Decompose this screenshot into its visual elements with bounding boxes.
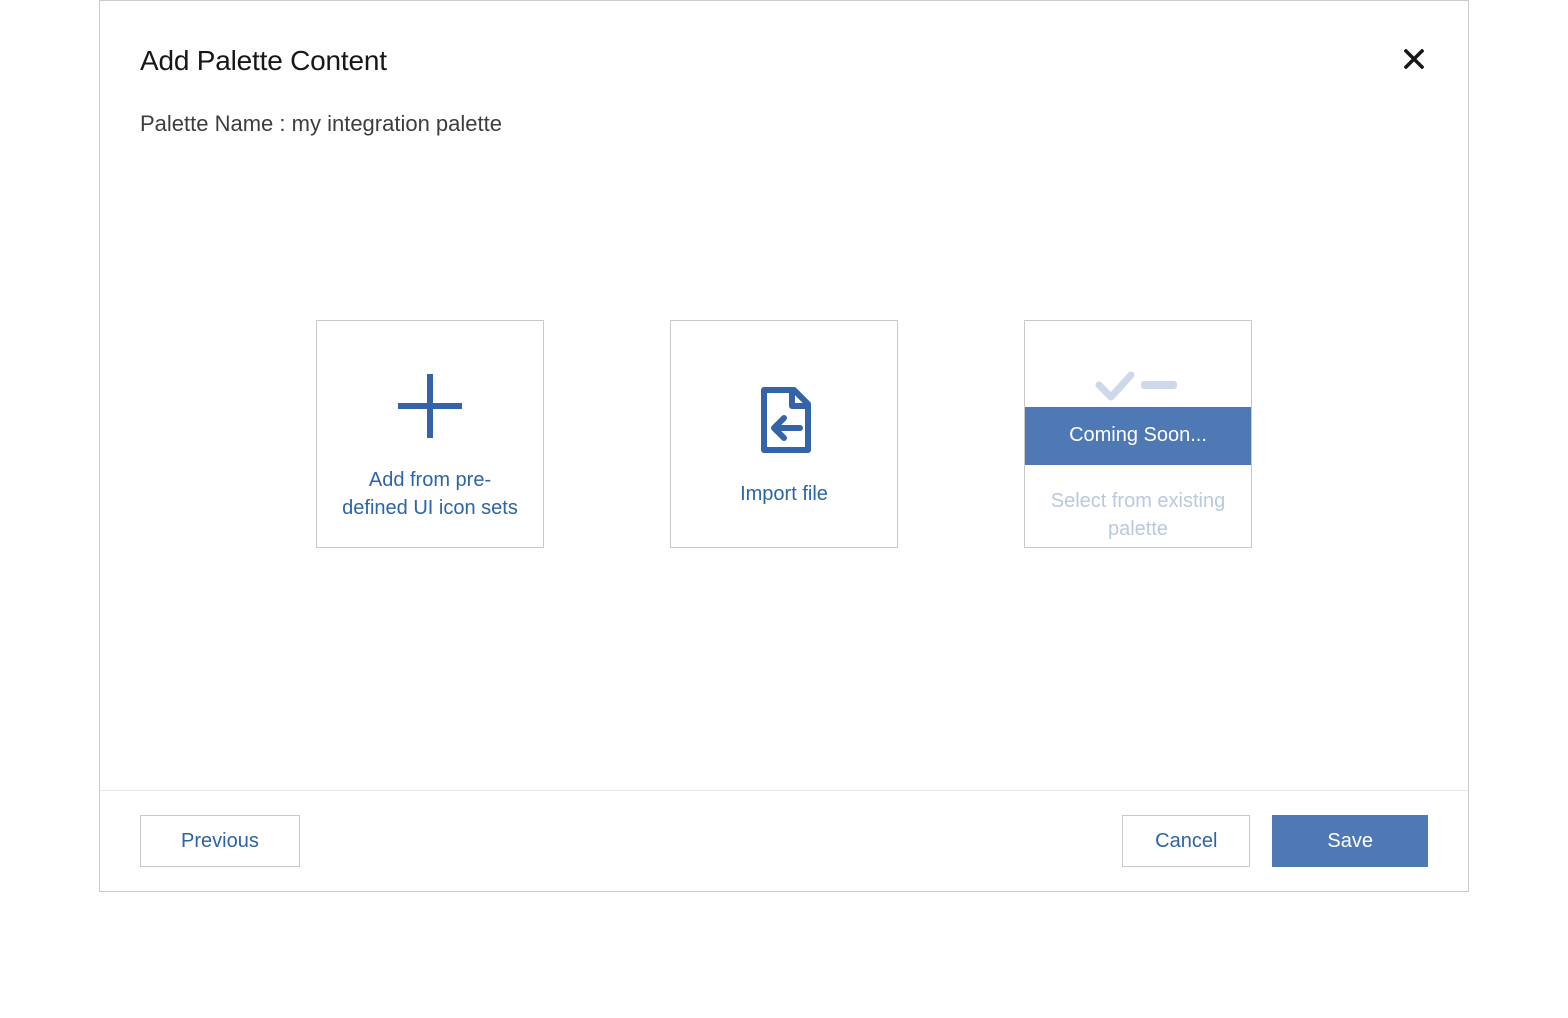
options-container: Add from pre-defined UI icon sets Import… bbox=[100, 137, 1468, 790]
option-label-import: Import file bbox=[720, 480, 848, 508]
dialog-header: Add Palette Content bbox=[100, 1, 1468, 87]
option-card-predefined[interactable]: Add from pre-defined UI icon sets bbox=[316, 320, 544, 548]
previous-button[interactable]: Previous bbox=[140, 815, 300, 867]
save-button[interactable]: Save bbox=[1272, 815, 1428, 867]
close-icon bbox=[1404, 43, 1424, 76]
palette-name-value: my integration palette bbox=[292, 111, 502, 136]
option-card-existing: Coming Soon... Select from existing pale… bbox=[1024, 320, 1252, 548]
cancel-button[interactable]: Cancel bbox=[1122, 815, 1250, 867]
coming-soon-banner: Coming Soon... bbox=[1025, 407, 1251, 465]
option-label-predefined: Add from pre-defined UI icon sets bbox=[317, 466, 543, 522]
close-button[interactable] bbox=[1400, 45, 1428, 75]
file-import-icon bbox=[744, 360, 824, 480]
option-label-existing: Select from existing palette bbox=[1025, 487, 1251, 543]
dialog-footer: Previous Cancel Save bbox=[100, 790, 1468, 891]
option-card-import[interactable]: Import file bbox=[670, 320, 898, 548]
palette-name-label: Palette Name : bbox=[140, 111, 292, 136]
add-palette-content-dialog: Add Palette Content Palette Name : my in… bbox=[99, 0, 1469, 892]
dialog-title: Add Palette Content bbox=[140, 45, 387, 77]
plus-icon bbox=[390, 346, 470, 466]
palette-name-row: Palette Name : my integration palette bbox=[100, 87, 1468, 137]
footer-right-group: Cancel Save bbox=[1122, 815, 1428, 867]
